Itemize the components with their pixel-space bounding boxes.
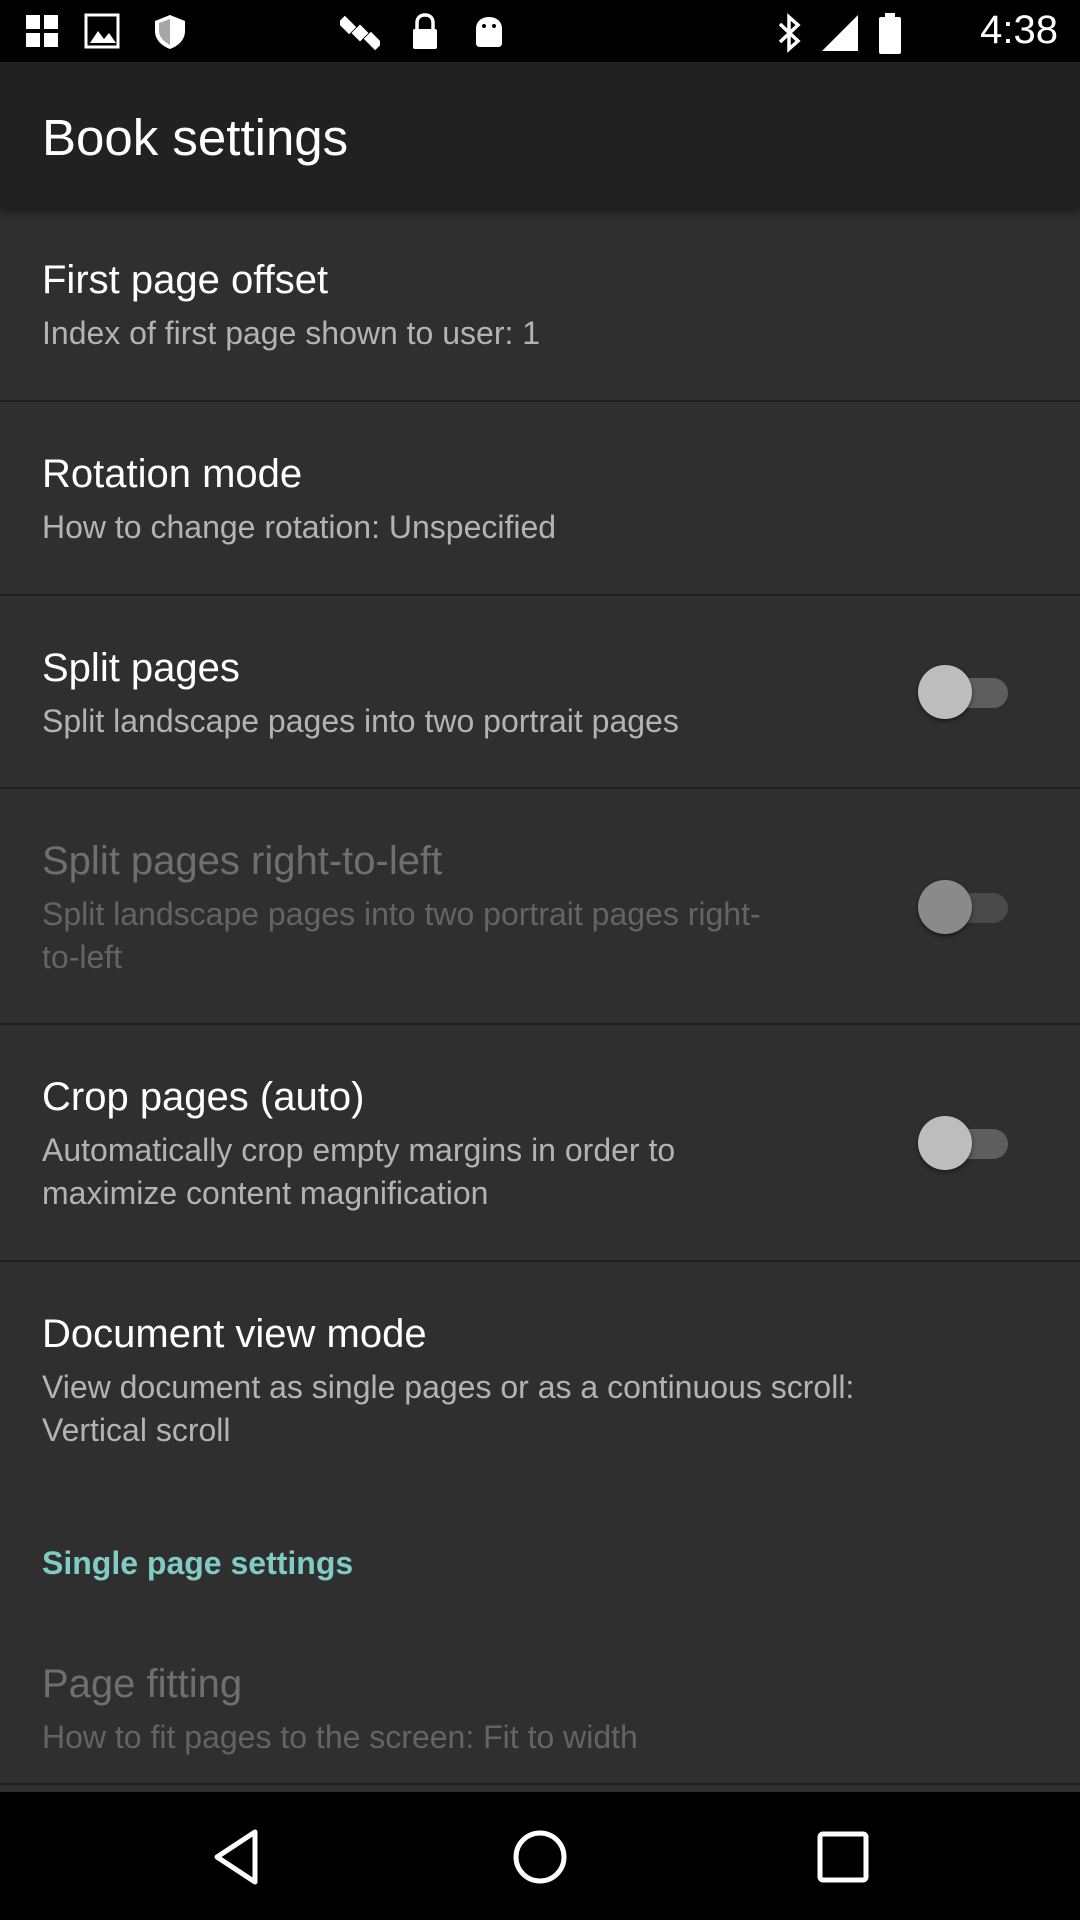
setting-crop-pages[interactable]: Crop pages (auto) Automatically crop emp…: [0, 1025, 1080, 1261]
lock-icon: [413, 13, 437, 49]
setting-title: Page fitting: [42, 1662, 243, 1706]
crop-pages-switch[interactable]: [918, 1113, 1014, 1173]
battery-icon: [879, 13, 901, 54]
setting-document-view-mode[interactable]: Document view mode View document as sing…: [0, 1262, 1080, 1498]
setting-title: Split pages right-to-left: [42, 839, 443, 883]
setting-summary: Split landscape pages into two portrait …: [42, 703, 679, 739]
switch-thumb: [918, 665, 972, 719]
home-icon[interactable]: [505, 1822, 575, 1892]
gallery-icon: [84, 13, 120, 49]
setting-page-fitting[interactable]: Page fitting How to fit pages to the scr…: [0, 1612, 1080, 1784]
app-icon: [26, 15, 58, 47]
shield-icon: [155, 15, 185, 49]
setting-title: Crop pages (auto): [42, 1075, 365, 1119]
status-bar: 4:38: [0, 0, 1080, 62]
setting-summary-line-2: to-left: [42, 939, 123, 975]
satellite-icon: [340, 15, 380, 51]
recents-icon[interactable]: [808, 1822, 878, 1892]
setting-title: Rotation mode: [42, 452, 303, 496]
split-pages-rtl-switch[interactable]: [918, 877, 1014, 937]
setting-summary-line-2: Vertical scroll: [42, 1412, 231, 1448]
setting-rotation-mode[interactable]: Rotation mode How to change rotation: Un…: [0, 402, 1080, 595]
setting-summary: How to fit pages to the screen: Fit to w…: [42, 1719, 638, 1755]
setting-title: First page offset: [42, 258, 329, 302]
setting-split-pages[interactable]: Split pages Split landscape pages into t…: [0, 596, 1080, 788]
switch-thumb: [918, 880, 972, 934]
app-bar: Book settings: [0, 62, 1080, 208]
setting-summary: How to change rotation: Unspecified: [42, 509, 557, 545]
clock: 4:38: [980, 8, 1058, 52]
split-pages-switch[interactable]: [918, 662, 1014, 722]
setting-split-pages-rtl[interactable]: Split pages right-to-left Split landscap…: [0, 789, 1080, 1024]
switch-thumb: [918, 1116, 972, 1170]
setting-summary: Index of first page shown to user: 1: [42, 315, 541, 351]
setting-title: Split pages: [42, 646, 240, 690]
divider: [0, 1783, 1080, 1785]
bluetooth-icon: [778, 13, 801, 53]
setting-summary-line-1: Automatically crop empty margins in orde…: [42, 1132, 676, 1168]
setting-title: Document view mode: [42, 1312, 427, 1356]
navigation-bar: [0, 1792, 1080, 1920]
setting-summary-line-1: Split landscape pages into two portrait …: [42, 896, 761, 932]
setting-summary-line-2: maximize content magnification: [42, 1175, 489, 1211]
section-header-single-page-settings: Single page settings: [42, 1545, 354, 1581]
android-icon: [476, 17, 502, 47]
setting-summary-line-1: View document as single pages or as a co…: [42, 1369, 855, 1405]
signal-icon: [822, 15, 858, 51]
back-icon[interactable]: [203, 1822, 273, 1892]
setting-first-page-offset[interactable]: First page offset Index of first page sh…: [0, 208, 1080, 402]
page-title: Book settings: [42, 109, 349, 166]
